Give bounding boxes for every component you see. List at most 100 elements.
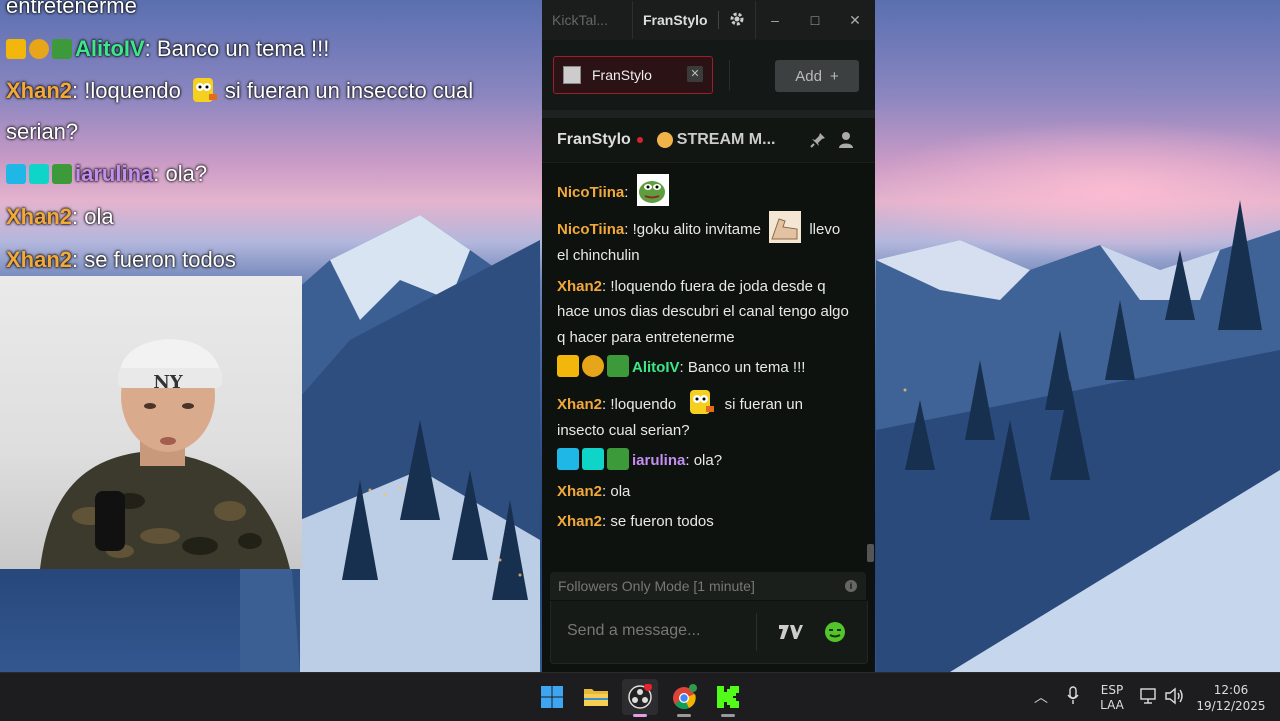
followers-only-banner: Followers Only Mode [1 minute] i bbox=[550, 572, 866, 600]
overlay-message: Xhan2: !loquendo si fueran un inseccto cu… bbox=[6, 70, 536, 152]
divider bbox=[756, 613, 757, 651]
message-composer bbox=[550, 601, 868, 664]
overlay-text: : Banco un tema !!! bbox=[144, 36, 330, 61]
chat-message: NicoTiina: bbox=[542, 174, 866, 206]
7tv-icon bbox=[779, 625, 803, 639]
chat-username[interactable]: Xhan2 bbox=[557, 278, 602, 295]
clock-date: 19/12/2025 bbox=[1196, 699, 1266, 713]
chat-username[interactable]: iarulina bbox=[632, 452, 685, 469]
windows-start-icon[interactable] bbox=[534, 679, 570, 715]
creeper-badge-icon bbox=[52, 164, 72, 184]
pin-icon[interactable] bbox=[809, 131, 827, 149]
divider bbox=[729, 60, 730, 90]
user-icon[interactable] bbox=[837, 131, 855, 149]
obs-icon[interactable] bbox=[622, 679, 658, 717]
svg-text:NY: NY bbox=[153, 372, 183, 393]
stream-title: STREAM M... bbox=[676, 131, 776, 148]
active-indicator bbox=[633, 714, 647, 717]
taskbar: ︿ ESP LAA 12:06 19/12/2025 bbox=[0, 672, 1280, 721]
creeper-badge-icon bbox=[52, 39, 72, 59]
close-tab-icon[interactable]: ✕ bbox=[687, 66, 703, 82]
layout-label: LAA bbox=[1100, 698, 1124, 712]
language-label: ESP bbox=[1100, 683, 1124, 697]
og-badge-icon bbox=[29, 164, 49, 184]
chat-text: !goku alito invitame bbox=[628, 221, 761, 238]
overlay-username: iarulina bbox=[75, 161, 154, 186]
window-titlebar: KickTal... FranStylo – □ ✕ bbox=[542, 0, 875, 40]
clock-time: 12:06 bbox=[1213, 683, 1249, 697]
clock[interactable]: 12:06 19/12/2025 bbox=[1192, 682, 1270, 714]
overlay-partial-line: entretenerme bbox=[6, 0, 137, 18]
followers-mode-text: Followers Only Mode [1 minute] bbox=[558, 578, 755, 594]
channel-tabs-bar: FranStylo ✕ Add + bbox=[542, 40, 875, 118]
app-title: KickTal... bbox=[552, 12, 609, 28]
volume-icon[interactable] bbox=[1164, 687, 1184, 708]
channel-name[interactable]: FranStylo bbox=[557, 131, 631, 149]
7tv-emote-button[interactable] bbox=[771, 613, 811, 651]
chat-username[interactable]: NicoTiina bbox=[557, 221, 624, 238]
chat-scrollbar[interactable] bbox=[866, 170, 875, 566]
chat-message: Xhan2: !loquendo fuera de joda desde q h… bbox=[542, 274, 866, 351]
titlebar-channel-label: FranStylo bbox=[643, 12, 708, 28]
kick-emote-button[interactable] bbox=[815, 613, 855, 651]
webcam-feed: NY bbox=[0, 276, 302, 569]
sword-badge-icon bbox=[557, 448, 579, 470]
chat-message: Xhan2: !loquendo si fueran un insecto cu… bbox=[542, 386, 866, 444]
kicktalk-window: KickTal... FranStylo – □ ✕ FranStylo ✕ A… bbox=[542, 0, 875, 672]
overlay-message: iarulina: ola? bbox=[6, 152, 536, 195]
streamer-figure: NY bbox=[40, 339, 290, 569]
add-label: Add bbox=[795, 67, 822, 85]
emoji-icon bbox=[825, 622, 845, 642]
chevron-up-icon[interactable]: ︿ bbox=[1034, 687, 1048, 707]
live-indicator-icon bbox=[636, 137, 643, 143]
overlay-message: Xhan2: ola bbox=[6, 195, 536, 238]
input-language[interactable]: ESP LAA bbox=[1098, 683, 1126, 713]
add-channel-button[interactable]: Add + bbox=[775, 60, 859, 92]
chat-username[interactable]: Xhan2 bbox=[557, 483, 602, 500]
arm-emote-icon bbox=[769, 211, 802, 243]
kick-icon[interactable] bbox=[710, 679, 746, 717]
chat-username[interactable]: AlitoIV bbox=[632, 359, 680, 376]
bart-emote-icon bbox=[684, 386, 716, 418]
crown-badge-icon bbox=[6, 39, 26, 59]
chat-username[interactable]: Xhan2 bbox=[557, 396, 602, 413]
channel-tab-label: FranStylo bbox=[592, 67, 652, 83]
overlay-message: Xhan2: se fueron todos bbox=[6, 238, 536, 281]
overlay-chat: entretenerme AlitoIV: Banco un tema !!! … bbox=[6, 0, 536, 281]
gear-icon[interactable] bbox=[729, 11, 745, 30]
overlay-username: Xhan2 bbox=[6, 204, 73, 229]
chat-text: !loquendo bbox=[606, 395, 677, 413]
running-indicator bbox=[677, 714, 691, 717]
microphone-icon[interactable] bbox=[1066, 686, 1080, 709]
chat-separator: : bbox=[624, 184, 629, 201]
maximize-button[interactable]: □ bbox=[795, 0, 835, 40]
network-icon[interactable] bbox=[1140, 687, 1158, 708]
chat-text: se fueron todos bbox=[606, 513, 714, 530]
chat-text: ola? bbox=[689, 452, 723, 469]
file-explorer-icon[interactable] bbox=[578, 679, 614, 715]
chrome-icon[interactable] bbox=[666, 679, 702, 717]
channel-avatar bbox=[563, 66, 581, 84]
one-badge-icon bbox=[29, 39, 49, 59]
message-input[interactable] bbox=[559, 615, 765, 647]
creeper-badge-icon bbox=[607, 448, 629, 470]
crown-badge-icon bbox=[557, 355, 579, 377]
overlay-text: : !loquendo bbox=[72, 78, 181, 103]
info-icon[interactable]: i bbox=[845, 580, 857, 592]
titlebar-channel-tab[interactable]: FranStylo bbox=[632, 1, 756, 39]
chat-message: AlitoIV: Banco un tema !!! bbox=[542, 355, 866, 381]
overlay-username: Xhan2 bbox=[6, 78, 73, 103]
sleepy-face-icon bbox=[656, 132, 673, 148]
overlay-text: : ola bbox=[72, 204, 114, 229]
chat-username[interactable]: NicoTiina bbox=[557, 184, 624, 201]
channel-tab-franstylo[interactable]: FranStylo ✕ bbox=[553, 56, 713, 94]
minimize-button[interactable]: – bbox=[755, 0, 795, 40]
overlay-username: Xhan2 bbox=[6, 247, 73, 272]
running-indicator bbox=[721, 714, 735, 717]
og-badge-icon bbox=[582, 448, 604, 470]
scroll-thumb[interactable] bbox=[867, 544, 874, 562]
overlay-message: AlitoIV: Banco un tema !!! bbox=[6, 27, 536, 70]
chat-username[interactable]: Xhan2 bbox=[557, 513, 602, 530]
close-button[interactable]: ✕ bbox=[835, 0, 875, 40]
chat-text: ola bbox=[606, 482, 631, 500]
